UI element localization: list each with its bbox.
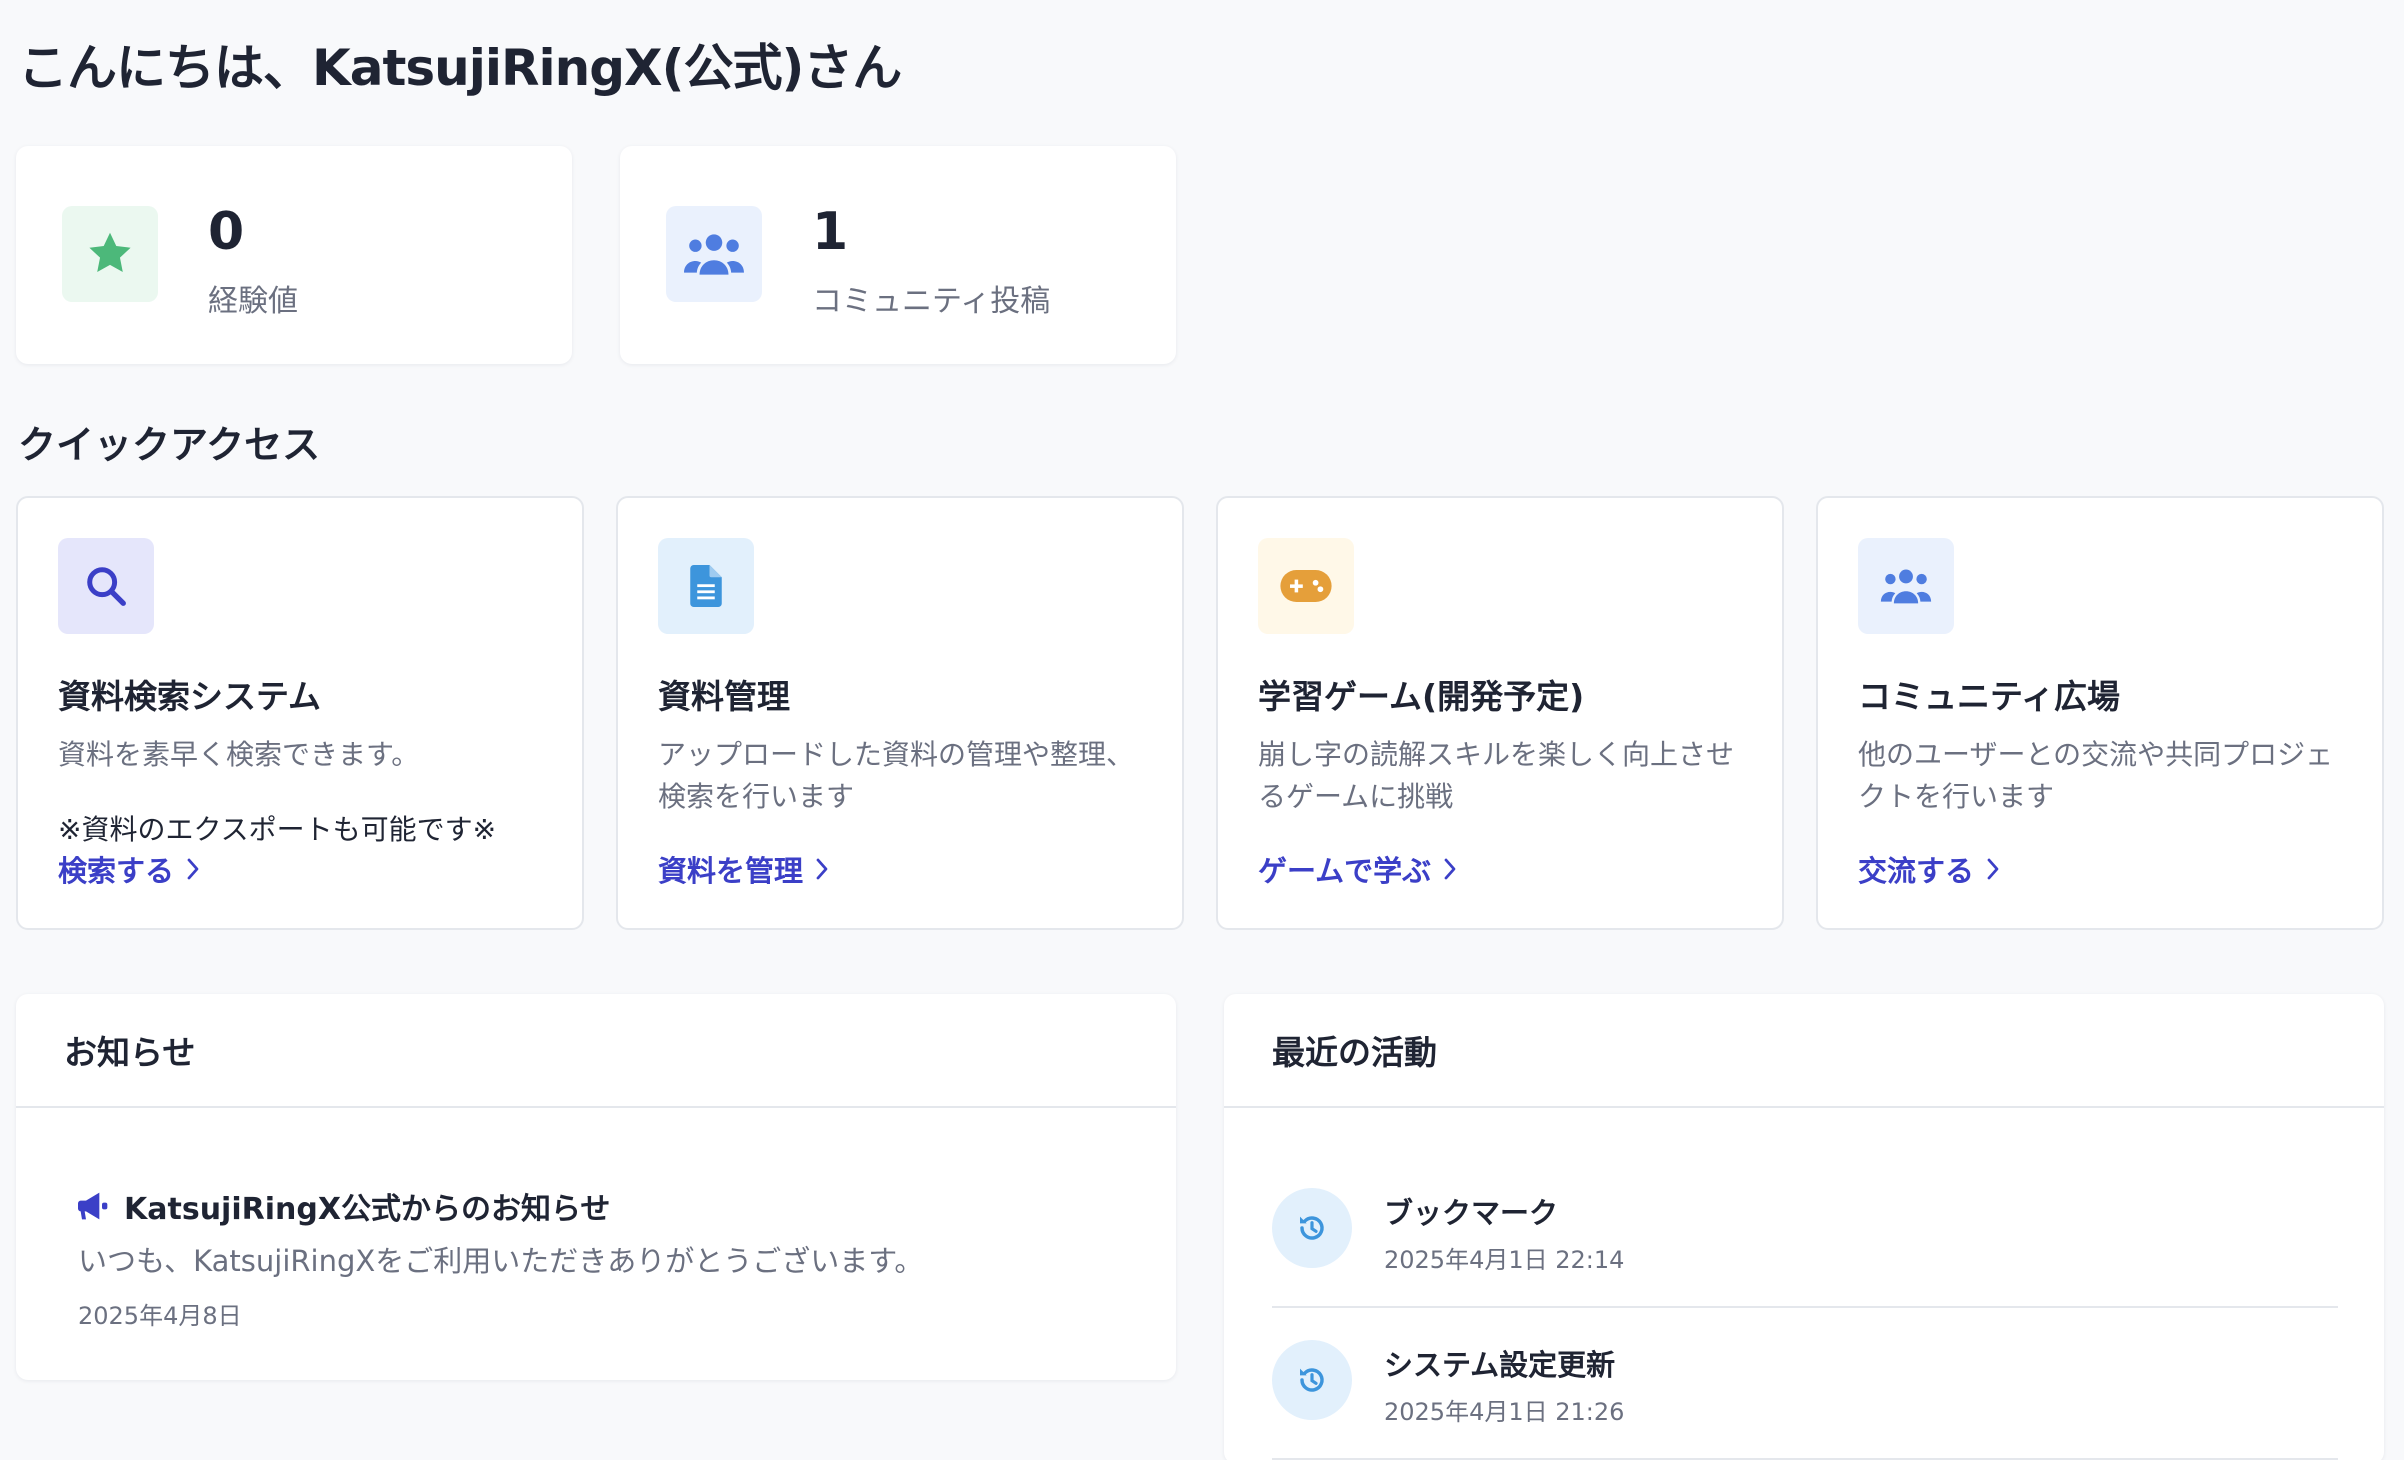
- card-note: ※資料のエクスポートも可能です※: [58, 813, 497, 846]
- card-description: 資料を素早く検索できます。: [58, 738, 420, 771]
- quick-access-title: クイックアクセス: [18, 423, 321, 467]
- star-icon: [62, 206, 158, 302]
- card-description: 他のユーザーとの交流や共同プロジェクトを行います: [1858, 738, 2334, 813]
- activity-item[interactable]: ブックマーク 2025年4月1日 22:14: [1272, 1188, 2338, 1340]
- notices-panel: お知らせ KatsujiRingX公式からのお知らせ いつも、KatsujiRi…: [16, 994, 1176, 1380]
- card-title: 資料検索システム: [58, 677, 322, 716]
- stat-value: 0: [208, 202, 245, 262]
- chevron-right-icon: [1987, 858, 1999, 880]
- quick-access-card-documents[interactable]: 資料管理 アップロードした資料の管理や整理、検索を行います 資料を管理: [616, 496, 1184, 930]
- card-title: 学習ゲーム(開発予定): [1258, 677, 1585, 716]
- stat-label: 経験値: [208, 284, 298, 319]
- history-icon: [1272, 1340, 1352, 1420]
- stat-label: コミュニティ投稿: [812, 284, 1051, 319]
- history-icon: [1272, 1188, 1352, 1268]
- learn-with-game-link[interactable]: ゲームで学ぶ: [1258, 848, 1457, 890]
- card-description: 崩し字の読解スキルを楽しく向上させるゲームに挑戦: [1258, 738, 1735, 813]
- megaphone-icon: [78, 1192, 108, 1220]
- activity-item-title: システム設定更新: [1384, 1348, 1616, 1382]
- link-label: 資料を管理: [658, 854, 804, 888]
- card-title: 資料管理: [658, 677, 790, 716]
- activity-item[interactable]: システム設定更新 2025年4月1日 21:26: [1272, 1340, 2338, 1460]
- users-icon: [1858, 538, 1954, 634]
- community-link[interactable]: 交流する: [1858, 848, 2000, 890]
- divider: [1272, 1306, 2338, 1308]
- stat-card-experience: 0 経験値: [16, 146, 572, 364]
- activity-item-title: ブックマーク: [1384, 1196, 1559, 1230]
- stat-card-community-posts: 1 コミュニティ投稿: [620, 146, 1176, 364]
- notices-title: お知らせ: [16, 994, 1176, 1108]
- dashboard-page: こんにちは、KatsujiRingX(公式)さん 0 経験値 1 コミュニティ投…: [0, 0, 2404, 1460]
- chevron-right-icon: [187, 858, 199, 880]
- stat-value: 1: [812, 202, 849, 262]
- quick-access-card-search[interactable]: 資料検索システム 資料を素早く検索できます。 ※資料のエクスポートも可能です※ …: [16, 496, 584, 930]
- manage-documents-link[interactable]: 資料を管理: [658, 848, 829, 890]
- link-label: 検索する: [58, 854, 175, 888]
- activity-item-time: 2025年4月1日 21:26: [1384, 1398, 1625, 1426]
- card-title: コミュニティ広場: [1858, 677, 2121, 716]
- search-link[interactable]: 検索する: [58, 848, 200, 890]
- notice-item-title: KatsujiRingX公式からのお知らせ: [78, 1184, 610, 1228]
- notice-body: いつも、KatsujiRingXをご利用いただきありがとうございます。: [78, 1244, 924, 1278]
- link-label: ゲームで学ぶ: [1258, 854, 1432, 888]
- link-label: 交流する: [1858, 854, 1975, 888]
- search-icon: [58, 538, 154, 634]
- activity-title: 最近の活動: [1224, 994, 2384, 1108]
- notice-title-text: KatsujiRingX公式からのお知らせ: [124, 1192, 611, 1227]
- users-icon: [666, 206, 762, 302]
- activity-item-time: 2025年4月1日 22:14: [1384, 1246, 1625, 1274]
- gamepad-icon: [1258, 538, 1354, 634]
- quick-access-card-community[interactable]: コミュニティ広場 他のユーザーとの交流や共同プロジェクトを行います 交流する: [1816, 496, 2384, 930]
- chevron-right-icon: [816, 858, 828, 880]
- quick-access-card-game[interactable]: 学習ゲーム(開発予定) 崩し字の読解スキルを楽しく向上させるゲームに挑戦 ゲーム…: [1216, 496, 1784, 930]
- recent-activity-panel: 最近の活動 ブックマーク 2025年4月1日 22:14 システム設定更新 20…: [1224, 994, 2384, 1460]
- document-icon: [658, 538, 754, 634]
- card-description: アップロードした資料の管理や整理、検索を行います: [658, 738, 1135, 813]
- notice-date: 2025年4月8日: [78, 1302, 242, 1330]
- chevron-right-icon: [1444, 858, 1456, 880]
- page-title: こんにちは、KatsujiRingX(公式)さん: [18, 39, 902, 97]
